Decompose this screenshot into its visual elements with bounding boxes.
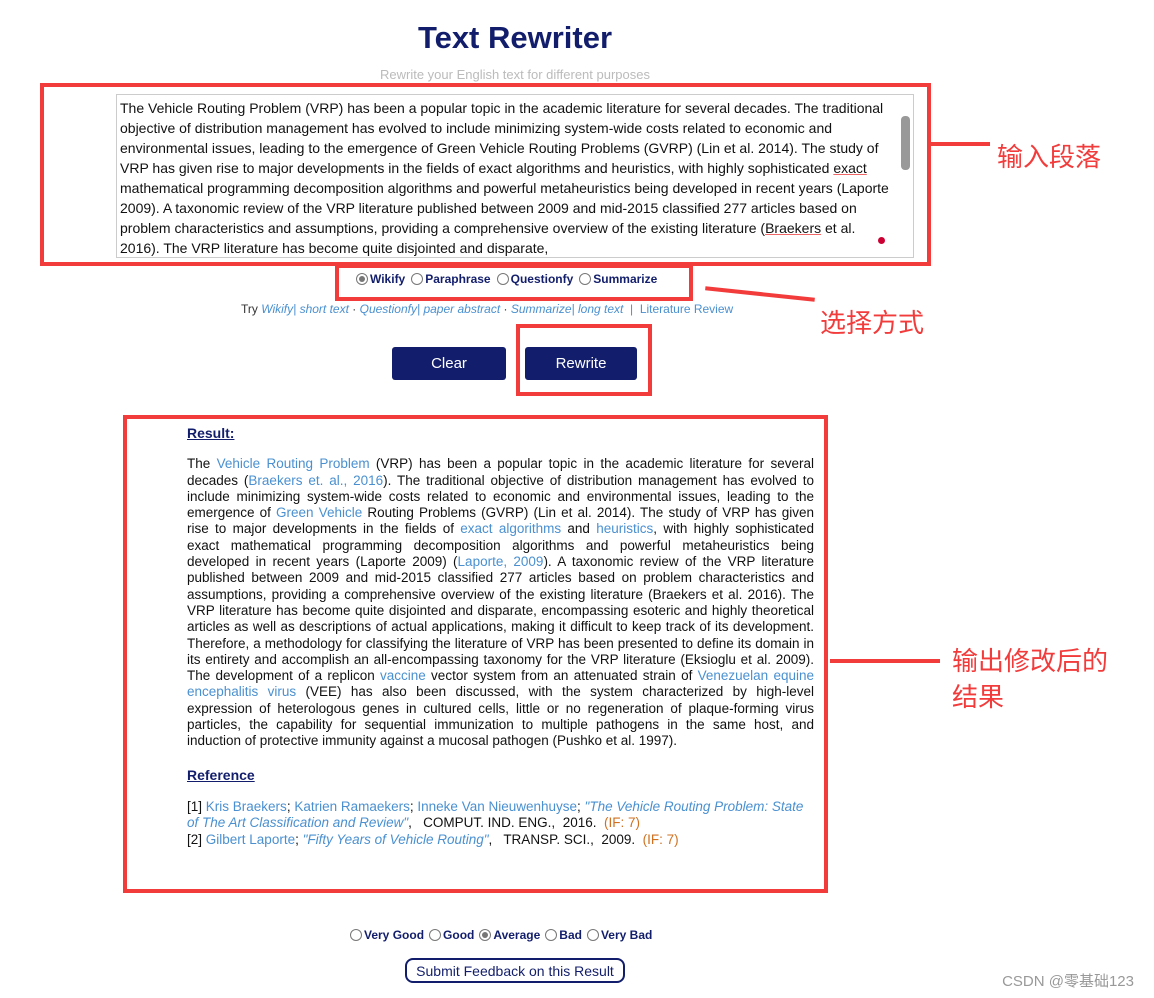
rating-very-bad[interactable]: Very Bad — [586, 928, 653, 942]
try-label: Try — [241, 302, 258, 316]
annotation-output-label-2: 结果 — [952, 682, 1005, 712]
try-wikify-link[interactable]: Wikify| short text — [261, 302, 349, 316]
annotation-mode-label: 选择方式 — [820, 308, 925, 338]
rating-bad[interactable]: Bad — [545, 928, 582, 942]
rating-label: Bad — [559, 928, 582, 942]
submit-feedback-button[interactable]: Submit Feedback on this Result — [405, 958, 625, 983]
page-title: Text Rewriter — [417, 20, 613, 55]
annotation-box-mode — [335, 264, 693, 301]
rating-label: Very Good — [364, 928, 425, 942]
radio-bad[interactable] — [545, 929, 558, 941]
page-subtitle: Rewrite your English text for different … — [379, 67, 650, 82]
annotation-arrow — [930, 142, 990, 146]
radio-very-bad[interactable] — [586, 929, 599, 941]
separator: · — [503, 302, 508, 316]
clear-button[interactable]: Clear — [392, 347, 506, 380]
separator: | — [630, 302, 634, 316]
annotation-box-rewrite — [516, 324, 652, 396]
rating-average[interactable]: Average — [479, 928, 540, 942]
literature-review-link[interactable]: Literature Review — [640, 302, 733, 316]
annotation-box-input — [40, 83, 931, 266]
radio-good[interactable] — [429, 929, 442, 941]
rating-label: Good — [443, 928, 475, 942]
try-examples: Try Wikify| short text · Questionfy| pap… — [241, 302, 733, 316]
separator: · — [352, 302, 357, 316]
annotation-box-output — [123, 415, 828, 893]
rating-label: Average — [493, 928, 541, 942]
rating-very-good[interactable]: Very Good — [350, 928, 424, 942]
rating-label: Very Bad — [600, 928, 653, 942]
radio-very-good[interactable] — [350, 929, 362, 941]
radio-average[interactable] — [479, 929, 492, 941]
watermark: CSDN @零基础123 — [1002, 973, 1134, 990]
try-questionfy-link[interactable]: Questionfy| paper abstract — [360, 302, 501, 316]
annotation-arrow — [705, 286, 815, 302]
try-summarize-link[interactable]: Summarize| long text — [511, 302, 624, 316]
annotation-input-label: 输入段落 — [997, 142, 1102, 172]
annotation-arrow — [830, 659, 940, 663]
feedback-rating: Very Good Good Average Bad Very Bad — [350, 928, 652, 942]
annotation-output-label: 输出修改后的 — [952, 646, 1109, 676]
rating-good[interactable]: Good — [429, 928, 474, 942]
